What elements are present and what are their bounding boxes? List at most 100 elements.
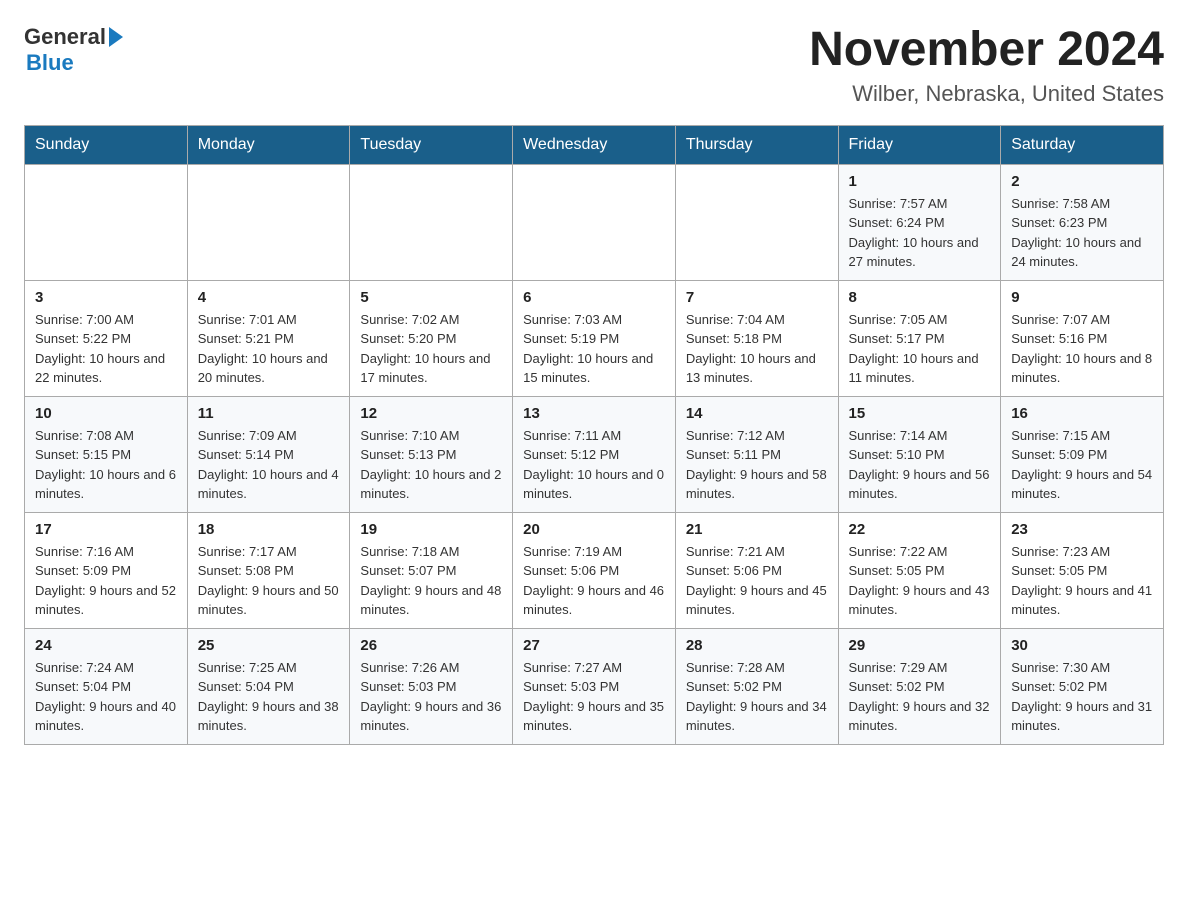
title-block: November 2024 Wilber, Nebraska, United S… xyxy=(809,24,1164,107)
logo-blue-text: Blue xyxy=(26,50,74,76)
day-info: Sunrise: 7:09 AM Sunset: 5:14 PM Dayligh… xyxy=(198,426,340,504)
day-info: Sunrise: 7:23 AM Sunset: 5:05 PM Dayligh… xyxy=(1011,542,1153,620)
calendar-cell: 24 Sunrise: 7:24 AM Sunset: 5:04 PM Dayli… xyxy=(25,628,188,744)
calendar-cell: 17 Sunrise: 7:16 AM Sunset: 5:09 PM Dayli… xyxy=(25,512,188,628)
day-info: Sunrise: 7:57 AM Sunset: 6:24 PM Dayligh… xyxy=(849,194,991,272)
logo: General Blue xyxy=(24,24,125,76)
day-number: 1 xyxy=(849,173,991,190)
calendar-title: November 2024 xyxy=(809,24,1164,77)
day-info: Sunrise: 7:21 AM Sunset: 5:06 PM Dayligh… xyxy=(686,542,828,620)
calendar-week-row: 1 Sunrise: 7:57 AM Sunset: 6:24 PM Daylig… xyxy=(25,164,1164,280)
day-info: Sunrise: 7:08 AM Sunset: 5:15 PM Dayligh… xyxy=(35,426,177,504)
header-day-tuesday: Tuesday xyxy=(350,125,513,164)
day-number: 18 xyxy=(198,521,340,538)
day-info: Sunrise: 7:26 AM Sunset: 5:03 PM Dayligh… xyxy=(360,658,502,736)
day-info: Sunrise: 7:24 AM Sunset: 5:04 PM Dayligh… xyxy=(35,658,177,736)
calendar-cell xyxy=(513,164,676,280)
calendar-cell: 27 Sunrise: 7:27 AM Sunset: 5:03 PM Dayli… xyxy=(513,628,676,744)
calendar-week-row: 3 Sunrise: 7:00 AM Sunset: 5:22 PM Daylig… xyxy=(25,280,1164,396)
day-number: 8 xyxy=(849,289,991,306)
calendar-week-row: 17 Sunrise: 7:16 AM Sunset: 5:09 PM Dayli… xyxy=(25,512,1164,628)
logo-arrow-icon xyxy=(109,27,123,47)
day-number: 3 xyxy=(35,289,177,306)
day-number: 24 xyxy=(35,637,177,654)
day-info: Sunrise: 7:30 AM Sunset: 5:02 PM Dayligh… xyxy=(1011,658,1153,736)
calendar-cell: 4 Sunrise: 7:01 AM Sunset: 5:21 PM Daylig… xyxy=(187,280,350,396)
day-info: Sunrise: 7:10 AM Sunset: 5:13 PM Dayligh… xyxy=(360,426,502,504)
calendar-cell: 6Sunrise: 7:03 AM Sunset: 5:19 PM Daylig… xyxy=(513,280,676,396)
day-number: 29 xyxy=(849,637,991,654)
day-info: Sunrise: 7:02 AM Sunset: 5:20 PM Dayligh… xyxy=(360,310,502,388)
calendar-cell: 25 Sunrise: 7:25 AM Sunset: 5:04 PM Dayli… xyxy=(187,628,350,744)
calendar-cell xyxy=(187,164,350,280)
day-number: 21 xyxy=(686,521,828,538)
calendar-cell: 2 Sunrise: 7:58 AM Sunset: 6:23 PM Daylig… xyxy=(1001,164,1164,280)
day-info: Sunrise: 7:28 AM Sunset: 5:02 PM Dayligh… xyxy=(686,658,828,736)
day-number: 30 xyxy=(1011,637,1153,654)
day-number: 19 xyxy=(360,521,502,538)
calendar-cell: 16Sunrise: 7:15 AM Sunset: 5:09 PM Dayli… xyxy=(1001,396,1164,512)
calendar-cell: 12 Sunrise: 7:10 AM Sunset: 5:13 PM Dayli… xyxy=(350,396,513,512)
day-info: Sunrise: 7:22 AM Sunset: 5:05 PM Dayligh… xyxy=(849,542,991,620)
calendar-cell: 20Sunrise: 7:19 AM Sunset: 5:06 PM Dayli… xyxy=(513,512,676,628)
day-number: 25 xyxy=(198,637,340,654)
calendar-week-row: 10 Sunrise: 7:08 AM Sunset: 5:15 PM Dayli… xyxy=(25,396,1164,512)
day-info: Sunrise: 7:16 AM Sunset: 5:09 PM Dayligh… xyxy=(35,542,177,620)
day-number: 4 xyxy=(198,289,340,306)
calendar-cell: 7 Sunrise: 7:04 AM Sunset: 5:18 PM Daylig… xyxy=(675,280,838,396)
calendar-cell: 22 Sunrise: 7:22 AM Sunset: 5:05 PM Dayli… xyxy=(838,512,1001,628)
calendar-cell: 21 Sunrise: 7:21 AM Sunset: 5:06 PM Dayli… xyxy=(675,512,838,628)
day-info: Sunrise: 7:17 AM Sunset: 5:08 PM Dayligh… xyxy=(198,542,340,620)
calendar-header: SundayMondayTuesdayWednesdayThursdayFrid… xyxy=(25,125,1164,164)
day-number: 26 xyxy=(360,637,502,654)
day-info: Sunrise: 7:27 AM Sunset: 5:03 PM Dayligh… xyxy=(523,658,665,736)
day-number: 17 xyxy=(35,521,177,538)
day-number: 22 xyxy=(849,521,991,538)
day-number: 28 xyxy=(686,637,828,654)
header-day-sunday: Sunday xyxy=(25,125,188,164)
day-info: Sunrise: 7:07 AM Sunset: 5:16 PM Dayligh… xyxy=(1011,310,1153,388)
calendar-cell: 11 Sunrise: 7:09 AM Sunset: 5:14 PM Dayli… xyxy=(187,396,350,512)
day-number: 12 xyxy=(360,405,502,422)
day-number: 13 xyxy=(523,405,665,422)
day-info: Sunrise: 7:14 AM Sunset: 5:10 PM Dayligh… xyxy=(849,426,991,504)
header-row: SundayMondayTuesdayWednesdayThursdayFrid… xyxy=(25,125,1164,164)
day-info: Sunrise: 7:18 AM Sunset: 5:07 PM Dayligh… xyxy=(360,542,502,620)
calendar-cell: 28 Sunrise: 7:28 AM Sunset: 5:02 PM Dayli… xyxy=(675,628,838,744)
day-info: Sunrise: 7:25 AM Sunset: 5:04 PM Dayligh… xyxy=(198,658,340,736)
header-day-friday: Friday xyxy=(838,125,1001,164)
calendar-cell: 15 Sunrise: 7:14 AM Sunset: 5:10 PM Dayli… xyxy=(838,396,1001,512)
day-number: 27 xyxy=(523,637,665,654)
day-number: 23 xyxy=(1011,521,1153,538)
day-number: 9 xyxy=(1011,289,1153,306)
day-number: 6 xyxy=(523,289,665,306)
day-info: Sunrise: 7:00 AM Sunset: 5:22 PM Dayligh… xyxy=(35,310,177,388)
calendar-cell: 14Sunrise: 7:12 AM Sunset: 5:11 PM Dayli… xyxy=(675,396,838,512)
day-number: 2 xyxy=(1011,173,1153,190)
day-number: 11 xyxy=(198,405,340,422)
day-number: 20 xyxy=(523,521,665,538)
day-number: 14 xyxy=(686,405,828,422)
day-info: Sunrise: 7:58 AM Sunset: 6:23 PM Dayligh… xyxy=(1011,194,1153,272)
header-day-thursday: Thursday xyxy=(675,125,838,164)
day-info: Sunrise: 7:01 AM Sunset: 5:21 PM Dayligh… xyxy=(198,310,340,388)
calendar-cell: 29Sunrise: 7:29 AM Sunset: 5:02 PM Dayli… xyxy=(838,628,1001,744)
calendar-cell: 1 Sunrise: 7:57 AM Sunset: 6:24 PM Daylig… xyxy=(838,164,1001,280)
logo-top: General xyxy=(24,24,125,50)
calendar-cell: 9 Sunrise: 7:07 AM Sunset: 5:16 PM Daylig… xyxy=(1001,280,1164,396)
calendar-cell xyxy=(350,164,513,280)
calendar-week-row: 24 Sunrise: 7:24 AM Sunset: 5:04 PM Dayli… xyxy=(25,628,1164,744)
calendar-cell: 18 Sunrise: 7:17 AM Sunset: 5:08 PM Dayli… xyxy=(187,512,350,628)
calendar-body: 1 Sunrise: 7:57 AM Sunset: 6:24 PM Daylig… xyxy=(25,164,1164,744)
calendar-cell: 13Sunrise: 7:11 AM Sunset: 5:12 PM Dayli… xyxy=(513,396,676,512)
day-info: Sunrise: 7:04 AM Sunset: 5:18 PM Dayligh… xyxy=(686,310,828,388)
day-number: 10 xyxy=(35,405,177,422)
day-number: 16 xyxy=(1011,405,1153,422)
day-info: Sunrise: 7:05 AM Sunset: 5:17 PM Dayligh… xyxy=(849,310,991,388)
calendar-cell: 26 Sunrise: 7:26 AM Sunset: 5:03 PM Dayli… xyxy=(350,628,513,744)
day-number: 15 xyxy=(849,405,991,422)
header-day-wednesday: Wednesday xyxy=(513,125,676,164)
calendar-cell: 19 Sunrise: 7:18 AM Sunset: 5:07 PM Dayli… xyxy=(350,512,513,628)
day-number: 5 xyxy=(360,289,502,306)
day-number: 7 xyxy=(686,289,828,306)
